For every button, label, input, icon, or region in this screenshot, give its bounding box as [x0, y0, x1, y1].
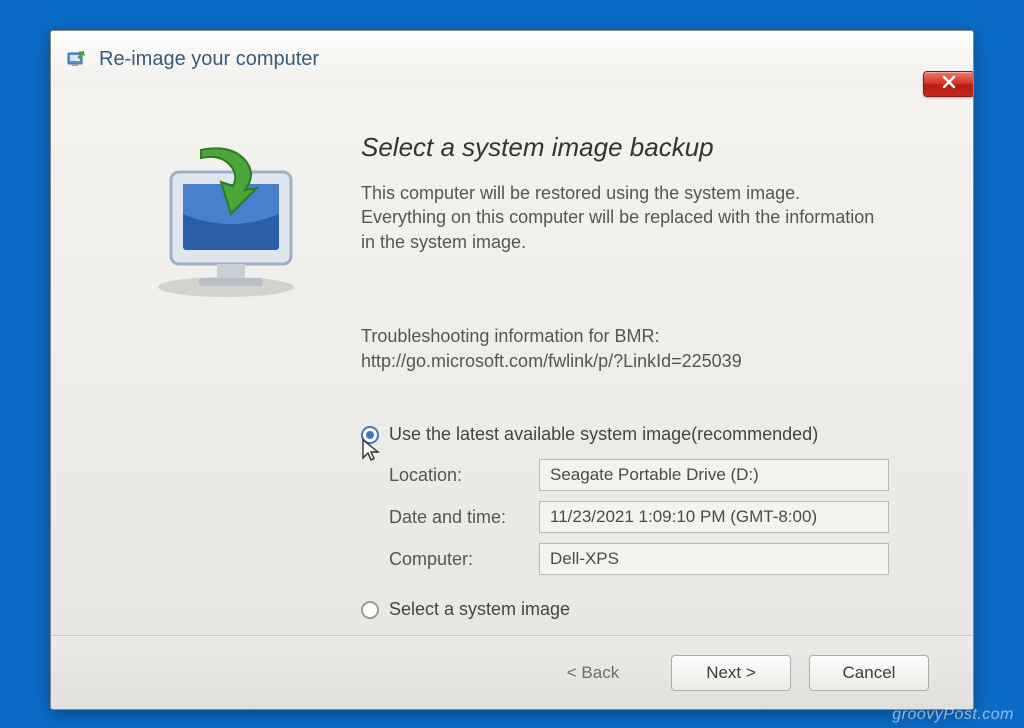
troubleshoot-label: Troubleshooting information for BMR: [361, 324, 923, 349]
dialog-footer: < Back Next > Cancel [51, 635, 973, 709]
page-description: This computer will be restored using the… [361, 181, 881, 254]
back-button-label: < Back [567, 663, 619, 683]
radio-use-latest-label: Use the latest available system image(re… [389, 424, 818, 445]
back-button[interactable]: < Back [533, 655, 653, 691]
radio-use-latest[interactable] [361, 426, 379, 444]
hero-panel [81, 112, 351, 635]
computer-label: Computer: [389, 549, 539, 570]
close-button[interactable] [923, 71, 974, 97]
reimage-dialog: Re-image your computer Select a system [50, 30, 974, 710]
reimage-app-icon [65, 47, 89, 71]
restore-monitor-icon [131, 142, 311, 302]
troubleshoot-url: http://go.microsoft.com/fwlink/p/?LinkId… [361, 349, 923, 374]
dialog-body: Select a system image backup This comput… [51, 87, 973, 635]
radio-select-image-label: Select a system image [389, 599, 570, 620]
location-label: Location: [389, 465, 539, 486]
cancel-button-label: Cancel [843, 663, 896, 683]
option-select-image[interactable]: Select a system image [361, 599, 923, 620]
close-icon [941, 74, 957, 95]
next-button-label: Next > [706, 663, 756, 683]
page-heading: Select a system image backup [361, 132, 923, 163]
troubleshoot-block: Troubleshooting information for BMR: htt… [361, 324, 923, 374]
datetime-label: Date and time: [389, 507, 539, 528]
window-title: Re-image your computer [99, 48, 319, 71]
content-panel: Select a system image backup This comput… [351, 112, 943, 635]
datetime-value: 11/23/2021 1:09:10 PM (GMT-8:00) [539, 501, 889, 533]
latest-image-details: Location: Seagate Portable Drive (D:) Da… [389, 459, 923, 575]
next-button[interactable]: Next > [671, 655, 791, 691]
location-value: Seagate Portable Drive (D:) [539, 459, 889, 491]
computer-value: Dell-XPS [539, 543, 889, 575]
titlebar: Re-image your computer [51, 31, 973, 87]
option-use-latest[interactable]: Use the latest available system image(re… [361, 424, 923, 575]
cancel-button[interactable]: Cancel [809, 655, 929, 691]
radio-select-image[interactable] [361, 601, 379, 619]
